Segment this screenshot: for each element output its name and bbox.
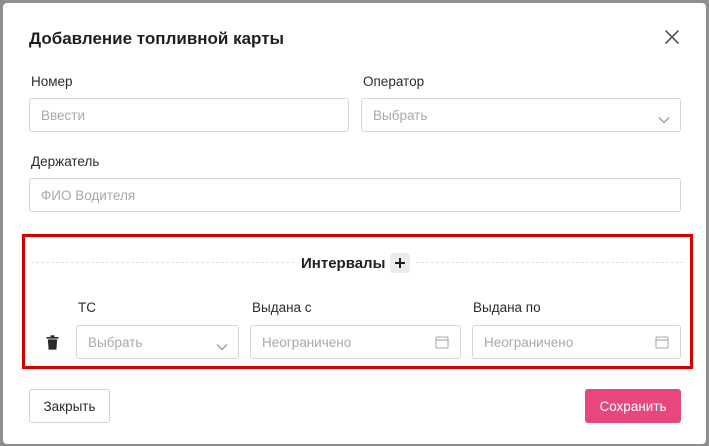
save-button[interactable]: Сохранить xyxy=(585,389,681,423)
issued-to-placeholder: Неограничено xyxy=(484,335,574,350)
vehicle-column-label: ТС xyxy=(78,300,96,315)
calendar-icon xyxy=(655,335,669,349)
intervals-header: Интервалы xyxy=(295,251,417,275)
calendar-icon xyxy=(435,335,449,349)
chevron-down-icon xyxy=(216,338,228,351)
holder-placeholder: ФИО Водителя xyxy=(41,188,136,203)
intervals-title: Интервалы xyxy=(301,254,386,272)
vehicle-placeholder: Выбрать xyxy=(88,335,143,350)
number-placeholder: Ввести xyxy=(41,108,86,123)
dialog-title: Добавление топливной карты xyxy=(29,29,285,48)
number-label: Номер xyxy=(31,74,73,89)
close-button[interactable]: Закрыть xyxy=(29,389,110,423)
chevron-down-icon xyxy=(658,111,670,124)
operator-select[interactable]: Выбрать xyxy=(361,98,681,132)
holder-label: Держатель xyxy=(31,154,100,169)
holder-field[interactable]: ФИО Водителя xyxy=(29,178,681,212)
add-interval-button[interactable] xyxy=(390,253,411,273)
operator-label: Оператор xyxy=(363,74,425,89)
issued-to-column-label: Выдана по xyxy=(473,300,541,315)
operator-placeholder: Выбрать xyxy=(373,108,428,123)
issued-to-date-field[interactable]: Неограничено xyxy=(472,325,681,359)
vehicle-select[interactable]: Выбрать xyxy=(76,325,239,359)
fuel-card-dialog: Добавление топливной карты Номер Ввести … xyxy=(3,3,706,444)
number-field[interactable]: Ввести xyxy=(29,98,349,132)
trash-icon[interactable] xyxy=(46,335,59,350)
issued-from-date-field[interactable]: Неограничено xyxy=(250,325,461,359)
issued-from-placeholder: Неограничено xyxy=(262,335,352,350)
plus-icon xyxy=(395,258,406,268)
issued-from-column-label: Выдана с xyxy=(252,300,312,315)
intervals-section: Интервалы ТС Выдана с Выдана по Выбрать xyxy=(22,234,693,369)
close-icon[interactable] xyxy=(662,27,682,47)
